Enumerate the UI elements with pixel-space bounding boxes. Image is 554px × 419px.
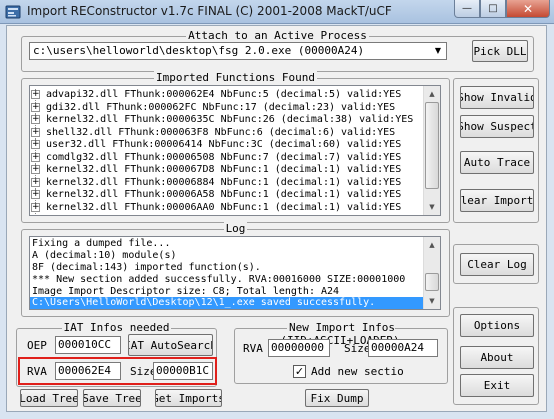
import-row-text: kernel32.dll FThunk:0000635C NbFunc:26 (… — [46, 114, 414, 125]
pick-dll-button[interactable]: Pick DLL — [472, 40, 528, 62]
log-list[interactable]: Fixing a dumped file... A (decimal:10) mo… — [29, 236, 441, 310]
scroll-thumb[interactable] — [425, 273, 439, 291]
import-row-text: kernel32.dll FThunk:00006A58 NbFunc:1 (d… — [46, 189, 402, 200]
expand-icon[interactable]: + — [31, 152, 40, 162]
window-title: Import REConstructor v1.7c FINAL (C) 200… — [27, 4, 392, 18]
scroll-thumb[interactable] — [425, 102, 439, 189]
log-line[interactable]: *** New section added successfully. RVA:… — [32, 274, 405, 286]
expand-icon[interactable]: + — [31, 202, 40, 212]
import-row-text: user32.dll FThunk:00006414 NbFunc:3C (de… — [46, 139, 402, 150]
import-row-text: shell32.dll FThunk:000063F8 NbFunc:6 (de… — [46, 126, 396, 138]
import-row-text: kernel32.dll FThunk:00006AA0 NbFunc:1 (d… — [46, 201, 402, 213]
imports-scrollbar[interactable]: ▲ ▼ — [423, 86, 440, 215]
expand-icon[interactable]: + — [31, 115, 40, 124]
expand-icon[interactable]: + — [31, 190, 40, 199]
import-row-text: kernel32.dll FThunk:00006884 NbFunc:1 (d… — [46, 176, 402, 188]
clear-imports-button[interactable]: Clear Imports — [460, 189, 534, 212]
imports-tree[interactable]: + advapi32.dll FThunk:000062E4 NbFunc:5 (… — [29, 85, 441, 216]
iat-autosearch-button[interactable]: IAT AutoSearch — [128, 334, 213, 356]
close-button[interactable]: ✕ — [506, 0, 550, 18]
process-value: c:\users\helloworld\desktop\fsg 2.0.exe … — [33, 44, 365, 57]
process-select[interactable]: c:\users\helloworld\desktop\fsg 2.0.exe … — [29, 42, 447, 60]
imports-legend: Imported Functions Found — [154, 71, 317, 84]
exit-button[interactable]: Exit — [460, 374, 534, 397]
get-imports-button[interactable]: Get Imports — [155, 389, 222, 407]
expand-icon[interactable]: + — [31, 102, 40, 112]
rva-field[interactable]: 000062E4 — [55, 362, 121, 380]
add-section-label: Add new sectio — [311, 365, 404, 378]
title-bar[interactable]: Import REConstructor v1.7c FINAL (C) 200… — [0, 0, 554, 24]
iat-legend: IAT Infos needed — [61, 321, 172, 334]
save-tree-button[interactable]: Save Tree — [83, 389, 141, 407]
scroll-down-icon[interactable]: ▼ — [424, 293, 440, 309]
maximize-button[interactable]: □ — [480, 0, 506, 18]
scroll-down-icon[interactable]: ▼ — [424, 199, 440, 215]
rva-label: RVA — [27, 365, 47, 378]
log-selected-line[interactable]: C:\Users\HelloWorld\Desktop\12\1_.exe sa… — [30, 297, 434, 309]
show-invalid-button[interactable]: Show Invalid — [460, 86, 534, 109]
app-icon — [5, 5, 21, 19]
load-tree-button[interactable]: Load Tree — [20, 389, 78, 407]
log-line[interactable]: A (decimal:10) module(s) — [32, 250, 177, 262]
about-button[interactable]: About — [460, 346, 534, 369]
expand-icon[interactable]: + — [31, 140, 40, 149]
expand-icon[interactable]: + — [31, 127, 40, 137]
oep-field[interactable]: 000010CC — [55, 336, 121, 354]
main-window: Attach to an Active Process c:\users\hel… — [6, 25, 547, 412]
expand-icon[interactable]: + — [31, 90, 40, 99]
expand-icon[interactable]: + — [31, 177, 40, 187]
chevron-down-icon[interactable]: ▼ — [430, 43, 446, 59]
clear-log-button[interactable]: Clear Log — [460, 253, 534, 276]
new-rva-field[interactable]: 00000000 — [268, 339, 330, 357]
new-size-field[interactable]: 00000A24 — [368, 339, 438, 357]
log-legend: Log — [223, 222, 248, 235]
import-row-text: kernel32.dll FThunk:000067D8 NbFunc:1 (d… — [46, 164, 402, 175]
minimize-button[interactable]: — — [454, 0, 480, 18]
attach-legend: Attach to an Active Process — [186, 29, 369, 42]
new-rva-label: RVA — [243, 342, 263, 355]
show-suspect-button[interactable]: Show Suspect — [460, 115, 534, 138]
auto-trace-button[interactable]: Auto Trace — [460, 151, 534, 174]
log-line[interactable]: Fixing a dumped file... — [32, 238, 170, 250]
log-line[interactable]: 8F (decimal:143) imported function(s). — [32, 262, 261, 274]
import-row-text: advapi32.dll FThunk:000062E4 NbFunc:5 (d… — [46, 89, 402, 100]
scroll-up-icon[interactable]: ▲ — [424, 237, 440, 253]
oep-label: OEP — [27, 339, 47, 352]
add-section-checkbox[interactable]: ✓ — [293, 365, 306, 378]
new-size-label: Size — [344, 342, 371, 355]
expand-icon[interactable]: + — [31, 165, 40, 174]
import-row-text: comdlg32.dll FThunk:00006508 NbFunc:7 (d… — [46, 151, 402, 163]
options-button[interactable]: Options — [460, 314, 534, 337]
log-scrollbar[interactable]: ▲ ▼ — [423, 237, 440, 309]
fix-dump-button[interactable]: Fix Dump — [305, 389, 369, 407]
size-field[interactable]: 00000B1C — [153, 362, 213, 380]
scroll-up-icon[interactable]: ▲ — [424, 86, 440, 102]
import-row-text: gdi32.dll FThunk:000062FC NbFunc:17 (dec… — [46, 101, 396, 113]
